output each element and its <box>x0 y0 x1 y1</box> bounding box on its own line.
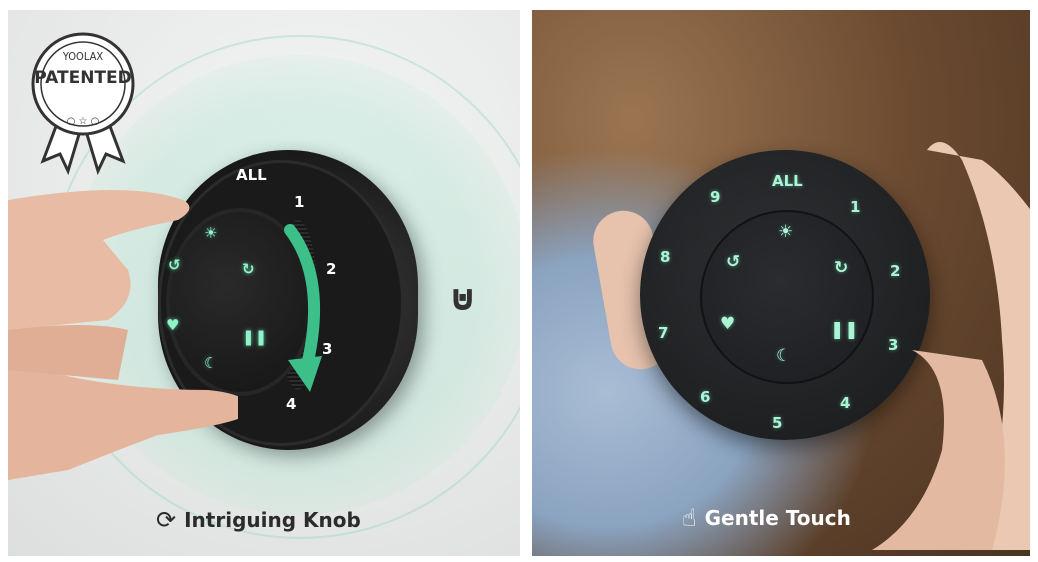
remote-label-7: 7 <box>658 324 669 342</box>
hand-right <box>872 142 1030 550</box>
rotate-icon: ⟳ <box>156 506 177 534</box>
rotate-right-icon: ↻ <box>242 260 255 278</box>
heart-icon: ♥ <box>720 314 736 334</box>
badge-brand: YOOLAX <box>62 50 104 63</box>
sun-icon: ☀ <box>778 222 794 242</box>
rotate-left-icon: ↺ <box>726 252 741 272</box>
remote-label-9: 9 <box>710 188 721 206</box>
svg-text:○ ☆ ○: ○ ☆ ○ <box>67 116 100 127</box>
caption-right: ☝ Gentle Touch <box>682 504 851 532</box>
moon-icon: ☾ <box>776 346 792 366</box>
pause-icon: ❚❚ <box>242 328 268 346</box>
patented-badge-icon: ○ ☆ ○ <box>31 32 135 176</box>
caption-left-text: Intriguing Knob <box>184 508 361 532</box>
knob-label-all: ALL <box>236 166 267 184</box>
caption-right-text: Gentle Touch <box>704 506 851 530</box>
magnet-icon: ⊍ <box>448 278 478 319</box>
caption-left: ⟳ Intriguing Knob <box>156 506 361 534</box>
rotation-arrow-icon <box>284 224 322 392</box>
knob-label-1: 1 <box>294 193 305 211</box>
badge-text: PATENTED <box>34 68 132 88</box>
hand-left <box>8 190 238 480</box>
left-photo-panel: ○ ☆ ○ YOOLAX PATENTED ALL 1 2 3 4 ☀ ↺ ↻ … <box>8 10 520 556</box>
right-photo-panel: ALL 1 2 3 4 5 6 7 8 9 ☀ ↺ ↻ ♥ ❚❚ ☾ ☝ Gen… <box>532 10 1030 556</box>
remote-label-all: ALL <box>772 172 803 190</box>
remote-label-5: 5 <box>772 414 783 432</box>
remote-label-8: 8 <box>660 248 671 266</box>
touch-hand-icon: ☝ <box>682 504 697 532</box>
remote-label-6: 6 <box>700 388 711 406</box>
